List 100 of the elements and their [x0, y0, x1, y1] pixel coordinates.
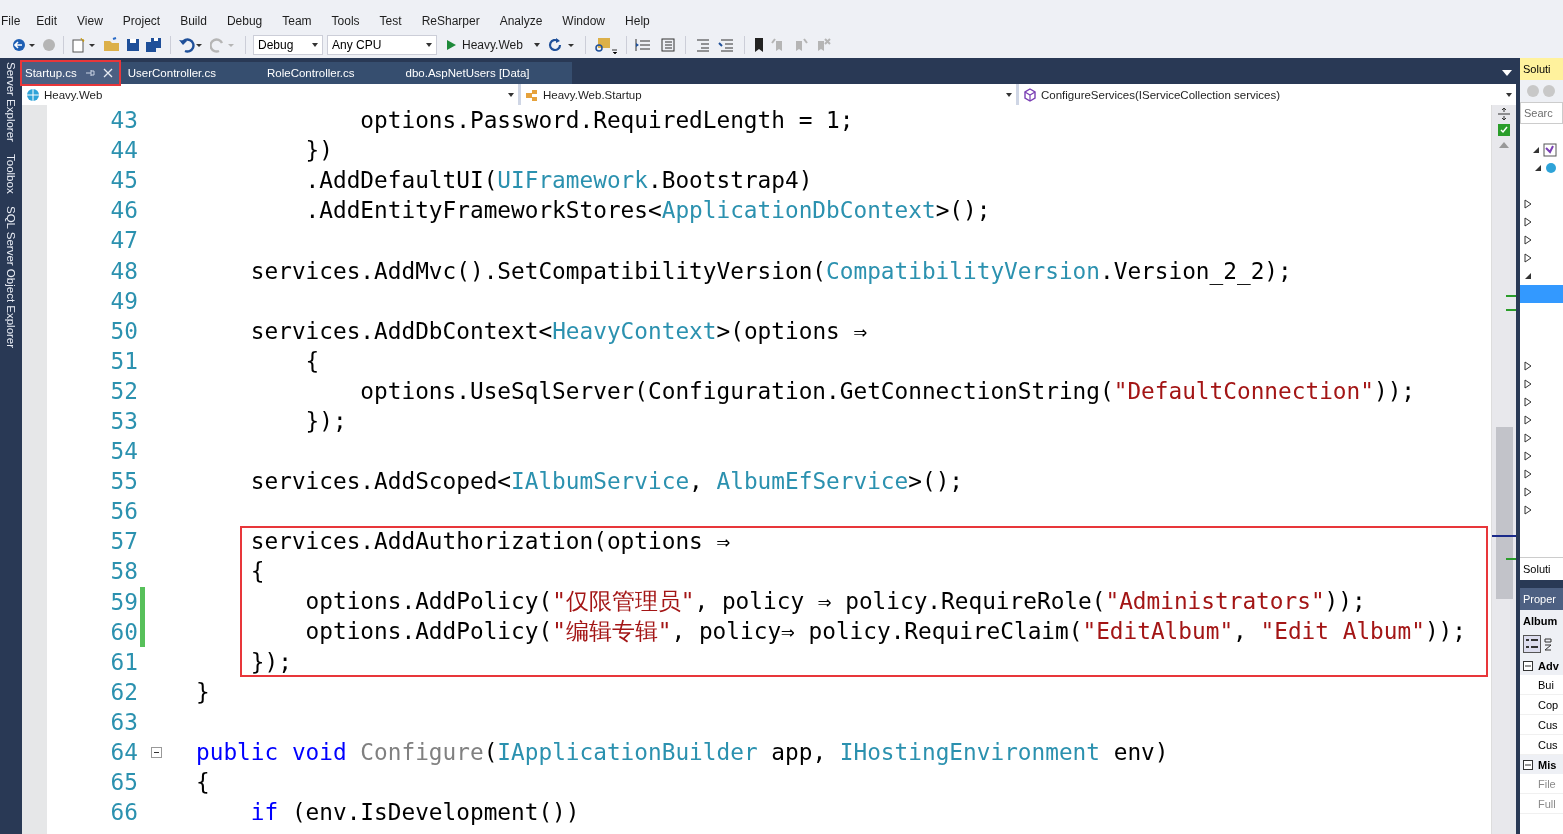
code-line: } — [196, 678, 210, 705]
find-icon[interactable] — [592, 36, 619, 54]
line-number: 49 — [109, 287, 139, 314]
menu-item[interactable]: Project — [122, 14, 171, 28]
document-tab[interactable]: UserController.cs — [124, 62, 228, 84]
member-dropdown[interactable]: ConfigureServices(IServiceCollection services) — [1019, 84, 1516, 105]
scrollbar[interactable] — [1491, 105, 1516, 834]
document-tab[interactable]: RoleController.cs — [264, 62, 367, 84]
collapsed-arrow-icon[interactable] — [1524, 199, 1532, 209]
alphabetical-icon[interactable] — [1544, 636, 1554, 652]
code-line: options.AddPolicy("编辑专辑", policy⇒ policy.RequireClaim("EditAlbum", "Edit Album")); — [304, 617, 1466, 647]
line-number: 62 — [109, 678, 139, 705]
cube-icon — [1023, 87, 1037, 102]
code-line: }); — [249, 648, 292, 675]
line-number: 65 — [109, 769, 139, 796]
side-panel-tab[interactable]: SQL Server Object Explorer — [5, 205, 17, 348]
line-number: 63 — [109, 708, 139, 735]
type-dropdown[interactable]: Heavy.Web.Startup — [521, 84, 1016, 105]
collapse-icon[interactable] — [151, 746, 162, 758]
code-line: services.AddDbContext<HeavyContext>(options ⇒ — [249, 317, 868, 344]
collapsed-arrow-icon[interactable] — [1524, 487, 1532, 497]
scroll-up-icon[interactable] — [1499, 142, 1509, 148]
line-number: 59 — [109, 588, 139, 615]
property-name[interactable]: Cus — [1520, 735, 1563, 755]
collapsed-arrow-icon[interactable] — [1524, 379, 1532, 389]
categorized-icon[interactable] — [1523, 635, 1541, 653]
save-all-icon[interactable] — [145, 37, 163, 53]
panel-title[interactable]: Proper — [1520, 588, 1563, 610]
line-number: 47 — [109, 227, 139, 254]
line-number: 58 — [109, 558, 139, 585]
menu-item[interactable]: Build — [180, 14, 217, 28]
property-name[interactable]: Cop — [1520, 695, 1563, 715]
search-field[interactable]: Searc — [1520, 102, 1563, 124]
menu-item[interactable]: Debug — [226, 14, 273, 28]
collapsed-arrow-icon[interactable] — [1524, 217, 1532, 227]
tab-list-caret-icon[interactable] — [1502, 70, 1512, 76]
back-icon[interactable] — [12, 37, 38, 53]
platform-dropdown[interactable]: Any CPU — [327, 35, 437, 55]
collapsed-arrow-icon[interactable] — [1524, 235, 1532, 245]
code-line: services.AddAuthorization(options ⇒ — [249, 528, 731, 555]
line-number: 48 — [109, 257, 139, 284]
menu-item[interactable]: View — [77, 14, 113, 28]
line-number: 43 — [109, 107, 139, 134]
grid-background — [1520, 814, 1563, 834]
line-number: 46 — [109, 197, 139, 224]
menu-item[interactable]: Help — [625, 14, 660, 28]
pin-icon[interactable] — [84, 68, 95, 78]
menu-item[interactable]: Edit — [36, 14, 68, 28]
start-button[interactable]: Heavy.Web — [441, 38, 544, 52]
menu-item[interactable]: Team — [282, 14, 322, 28]
collapsed-arrow-icon[interactable] — [1524, 451, 1532, 461]
forward-icon[interactable] — [42, 37, 56, 53]
side-panel-tab[interactable]: Toolbox — [5, 153, 17, 194]
code-line: }); — [304, 408, 347, 434]
document-tab[interactable]: Startup.cs — [22, 62, 119, 84]
object-name: Album — [1520, 610, 1563, 632]
line-number: 61 — [109, 648, 139, 675]
collapsed-arrow-icon[interactable] — [1524, 505, 1532, 515]
configuration-dropdown[interactable]: Debug — [253, 35, 323, 55]
save-icon[interactable] — [125, 37, 141, 53]
menu-item[interactable]: Test — [379, 14, 412, 28]
side-panel-tab[interactable]: Server Explorer — [5, 62, 17, 142]
collapsed-arrow-icon[interactable] — [1524, 253, 1532, 263]
code-line: options.AddPolicy("仅限管理员", policy ⇒ policy.RequireRole("Administrators")); — [304, 587, 1366, 617]
panel-tab[interactable]: Soluti — [1520, 557, 1563, 580]
collapsed-arrow-icon[interactable] — [1524, 469, 1532, 479]
menu-item[interactable]: ReSharper — [421, 14, 490, 28]
collapse-icon[interactable] — [1523, 759, 1533, 770]
collapsed-arrow-icon[interactable] — [1524, 433, 1532, 443]
property-name[interactable]: Bui — [1520, 675, 1563, 695]
code-line: }) — [304, 137, 333, 164]
expanded-arrow-icon[interactable] — [1534, 164, 1542, 172]
line-number: 56 — [109, 498, 139, 525]
document-tab[interactable]: dbo.AspNetUsers [Data] — [402, 62, 542, 84]
collapsed-arrow-icon[interactable] — [1524, 397, 1532, 407]
menu-item[interactable]: Window — [562, 14, 616, 28]
code-line: options.Password.RequiredLength = 1; — [359, 107, 854, 134]
project-dropdown[interactable]: Heavy.Web — [22, 84, 518, 105]
close-icon[interactable] — [102, 68, 113, 78]
line-number: 45 — [109, 167, 139, 194]
line-number: 54 — [109, 438, 139, 465]
expanded-arrow-icon[interactable] — [1532, 146, 1540, 154]
menu-item[interactable]: File — [1, 14, 31, 28]
line-number: 52 — [109, 377, 139, 404]
expanded-arrow-icon[interactable] — [1524, 272, 1532, 280]
menu-item[interactable]: Tools — [331, 14, 370, 28]
property-name[interactable]: Cus — [1520, 715, 1563, 735]
property-name[interactable]: Full — [1520, 794, 1563, 814]
property-name[interactable]: File — [1520, 774, 1563, 794]
menu-item[interactable]: Analyze — [499, 14, 553, 28]
line-number: 66 — [109, 799, 139, 826]
globe-icon — [1545, 162, 1557, 174]
collapse-icon[interactable] — [1523, 660, 1533, 671]
panel-title[interactable]: Soluti — [1520, 58, 1563, 80]
collapsed-arrow-icon[interactable] — [1524, 361, 1532, 371]
scroll-thumb[interactable] — [1496, 427, 1513, 599]
collapsed-arrow-icon[interactable] — [1524, 415, 1532, 425]
line-number: 51 — [109, 347, 139, 374]
split-icon[interactable] — [1497, 107, 1511, 121]
property-group: Mis — [1538, 758, 1557, 771]
